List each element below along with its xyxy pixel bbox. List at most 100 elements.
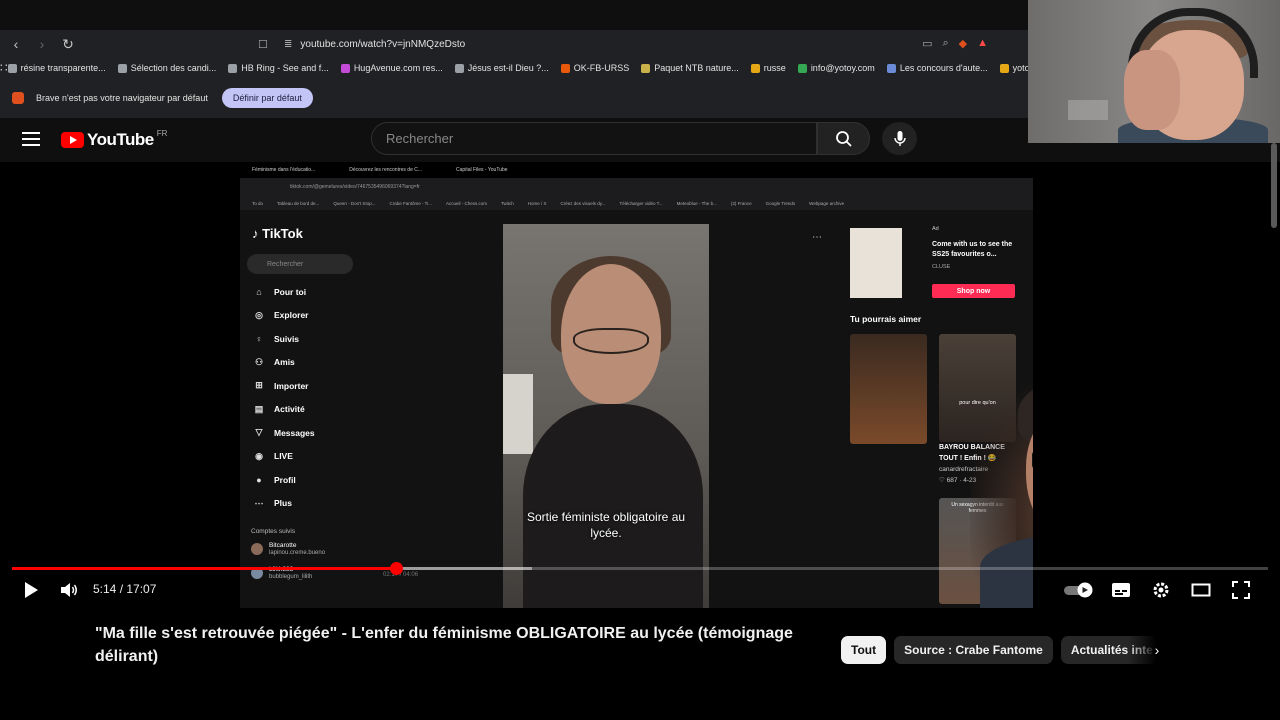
tiktok-nav-item: ● Profil <box>252 468 370 492</box>
set-default-button[interactable]: Définir par défaut <box>221 88 313 108</box>
address-bar[interactable]: ☐ ≣ youtube.com/watch?v=jnNMQzeDsto ▭ ⌕ … <box>258 33 998 55</box>
bookmark-favicon-icon <box>454 63 464 73</box>
tiktok-nav-label: Amis <box>274 357 295 368</box>
bookmark-favicon-icon <box>797 63 807 73</box>
inner-bookmark: Queen - Don't Stop... <box>333 200 376 206</box>
bookmark-item[interactable]: yotoy <box>999 63 1030 73</box>
search-input[interactable]: Rechercher <box>371 122 817 155</box>
tiktok-search: Rechercher <box>247 254 353 274</box>
bookmark-label: HugAvenue.com res... <box>353 63 443 73</box>
ad-label: Ad <box>932 226 939 232</box>
subtitles-button[interactable] <box>1108 574 1134 606</box>
search-button[interactable] <box>817 122 870 155</box>
bookmark-item[interactable]: HugAvenue.com res... <box>340 63 443 73</box>
volume-icon <box>61 583 77 597</box>
more-icon: ⋯ <box>254 497 264 508</box>
inner-bookmark: Twitch <box>500 200 514 206</box>
bookmark-icon[interactable]: ☐ <box>258 38 272 51</box>
bookmark-item[interactable]: Jésus est-il Dieu ?... <box>454 63 549 73</box>
voice-search-button[interactable] <box>882 122 917 155</box>
settings-button[interactable] <box>1148 574 1174 606</box>
related-chips: Tout Source : Crabe Fantome Actualités i… <box>841 636 1157 664</box>
bookmark-label: OK-FB-URSS <box>573 63 630 73</box>
theater-mode-button[interactable] <box>1188 574 1214 606</box>
back-icon[interactable]: ‹ <box>6 34 26 54</box>
zoom-icon[interactable]: ⌕ <box>942 37 948 50</box>
brave-shield-icon[interactable]: ◆ <box>959 37 967 50</box>
tiktok-nav: ⌂ Pour toi ◎ Explorer ♀ Suivis ⚇ Amis ⊞ Importer ▤… <box>252 280 370 515</box>
chip-news[interactable]: Actualités inte <box>1060 636 1157 664</box>
shop-now-button: Shop now <box>932 284 1015 298</box>
tiktok-nav-label: Explorer <box>274 310 309 321</box>
live-icon: ◉ <box>255 450 263 461</box>
tiktok-nav-label: Pour toi <box>274 286 307 297</box>
autoplay-toggle[interactable] <box>1062 574 1096 606</box>
youtube-logo[interactable]: YouTube FR <box>61 129 167 150</box>
bookmark-favicon-icon <box>340 63 350 73</box>
video-player[interactable]: Féminisme dans l'éducatio... Découvrez l… <box>0 162 1280 608</box>
search-placeholder: Rechercher <box>386 131 454 146</box>
inner-tab: Découvrez les rencontres de C... <box>349 167 423 173</box>
cast-icon[interactable]: ▭ <box>922 37 932 50</box>
friends-icon: ⚇ <box>254 356 264 367</box>
tiktok-nav-label: Importer <box>274 380 309 391</box>
profile-icon: ● <box>256 474 262 485</box>
bookmark-item[interactable]: Paquet NTB nature... <box>641 63 739 73</box>
default-browser-infobar: Brave n'est pas votre navigateur par déf… <box>0 84 1030 112</box>
streamer-webcam-overlay <box>970 374 1033 608</box>
fullscreen-button[interactable] <box>1228 574 1254 606</box>
brave-logo-icon <box>12 92 24 104</box>
autoplay-icon <box>1064 582 1093 598</box>
home-icon: ⌂ <box>256 286 262 297</box>
chip-all[interactable]: Tout <box>841 636 887 664</box>
tiktok-logo: ♪ TikTok <box>252 226 303 241</box>
bookmark-item[interactable]: OK-FB-URSS <box>560 63 630 73</box>
chevron-right-icon[interactable]: › <box>1146 638 1168 662</box>
microphone-icon <box>893 130 906 146</box>
bookmark-favicon-icon <box>999 63 1009 73</box>
apps-icon[interactable]: ∷ <box>0 61 8 75</box>
theater-icon <box>1191 583 1211 597</box>
avatar <box>251 543 263 555</box>
bookmark-item[interactable]: Les concours d'aute... <box>886 63 988 73</box>
tiktok-caption: Sortie féministe obligatoire au lycée. <box>526 510 686 540</box>
page-scrollbar[interactable] <box>1271 143 1277 228</box>
bookmark-item[interactable]: info@yotoy.com <box>797 63 875 73</box>
following-icon: ♀ <box>255 333 263 344</box>
play-button[interactable] <box>18 574 44 606</box>
forward-icon[interactable]: › <box>32 34 52 54</box>
following-heading: Comptes suivis <box>251 528 296 535</box>
site-info-icon[interactable]: ≣ <box>284 39 292 50</box>
tiktok-nav-item: ⌂ Pour toi <box>252 280 370 304</box>
inner-tab: Capital Files - YouTube <box>456 167 508 173</box>
url-text[interactable]: youtube.com/watch?v=jnNMQzeDsto <box>300 39 465 50</box>
tiktok-nav-label: LIVE <box>274 451 293 462</box>
bookmark-item[interactable]: russe <box>750 63 786 73</box>
bookmark-item[interactable]: Sélection des candi... <box>117 63 217 73</box>
default-browser-message: Brave n'est pas votre navigateur par déf… <box>36 93 208 103</box>
bookmark-label: Sélection des candi... <box>130 63 217 73</box>
tiktok-nav-label: Messages <box>274 427 315 438</box>
time-display: 5:14 / 17:07 <box>93 582 157 596</box>
tiktok-nav-item: ⊞ Importer <box>252 374 370 398</box>
tiktok-nav-label: Profil <box>274 474 296 485</box>
player-controls <box>0 574 1280 606</box>
bookmark-favicon-icon <box>7 63 17 73</box>
subtitles-icon <box>1112 583 1130 597</box>
tiktok-nav-item: ◎ Explorer <box>252 304 370 328</box>
bookmark-item[interactable]: HB Ring - See and f... <box>228 63 329 73</box>
inner-bookmark: Crabe Fantôme - Ti... <box>389 200 432 206</box>
progress-bar[interactable] <box>12 562 1268 575</box>
chip-source[interactable]: Source : Crabe Fantome <box>894 636 1053 664</box>
bookmark-item[interactable]: résine transparente... <box>7 63 106 73</box>
brave-rewards-icon[interactable]: ▲ <box>977 37 988 50</box>
reload-icon[interactable]: ↻ <box>58 34 78 54</box>
mute-button[interactable] <box>56 574 82 606</box>
menu-icon[interactable] <box>22 132 40 146</box>
gear-icon <box>1153 582 1169 598</box>
video-title: "Ma fille s'est retrouvée piégée" - L'en… <box>95 625 793 665</box>
play-icon <box>25 582 38 598</box>
account-name: Bitcarotte <box>269 542 297 549</box>
followed-account: Bitcarotte lapinou.creme.bueno <box>251 542 325 556</box>
bookmark-label: HB Ring - See and f... <box>241 63 329 73</box>
